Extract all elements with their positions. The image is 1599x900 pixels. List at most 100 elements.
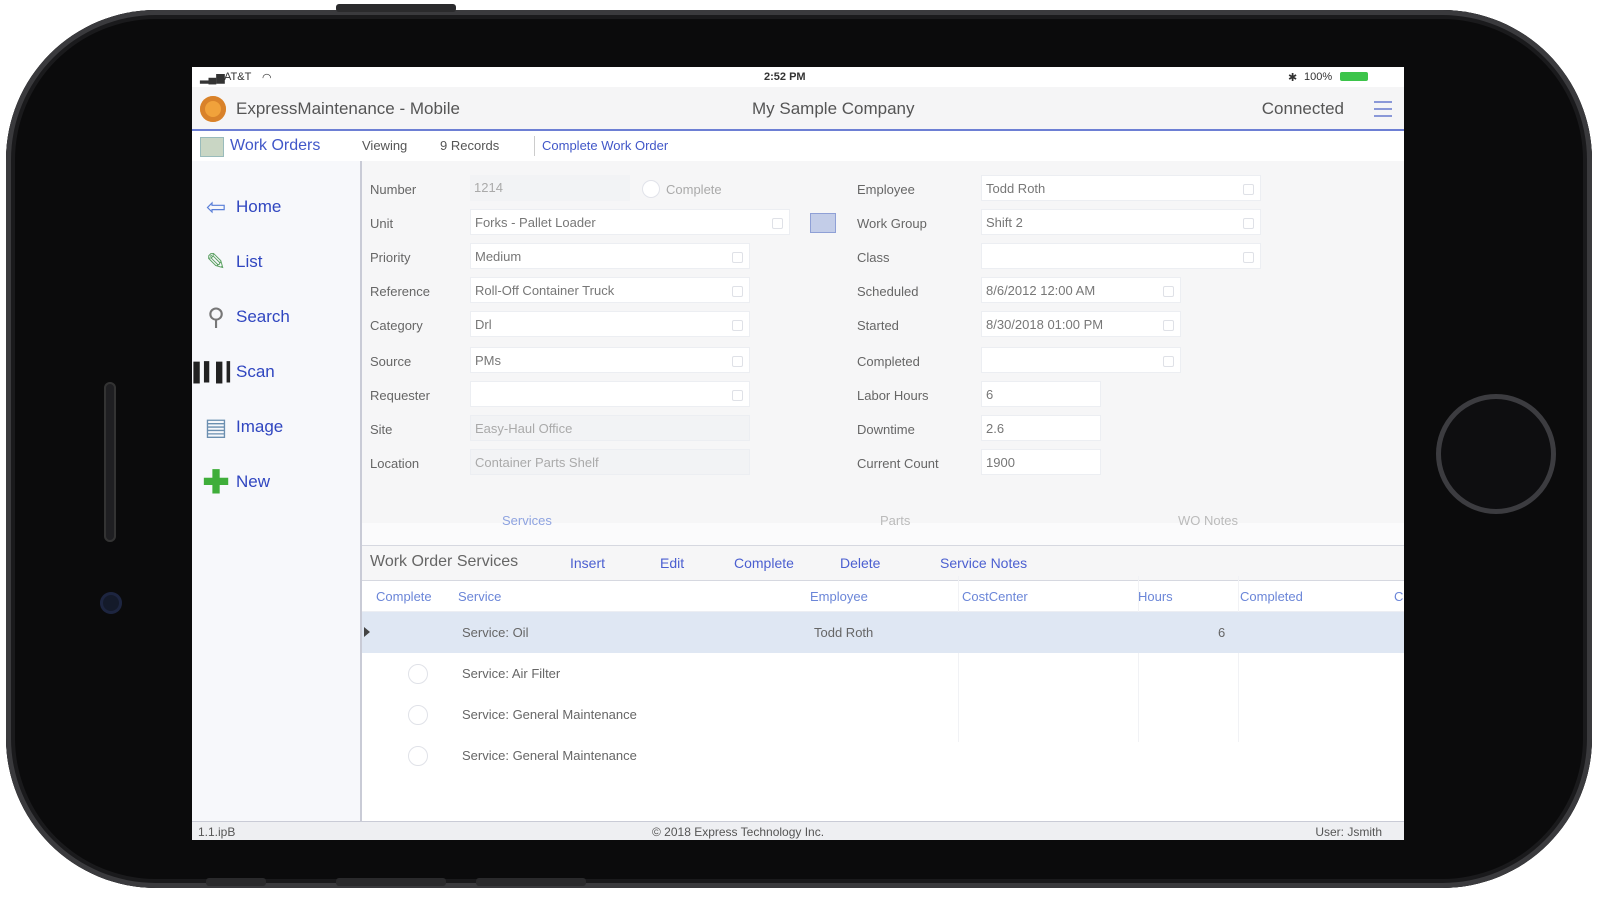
service-cell: Service: Air Filter bbox=[462, 666, 561, 681]
hours-cell: 6 bbox=[1218, 625, 1226, 640]
chevron-down-icon bbox=[1243, 184, 1254, 195]
location-field: Container Parts Shelf bbox=[470, 449, 750, 475]
table-row[interactable]: Service: Oil Todd Roth 6 bbox=[362, 612, 1404, 653]
insert-button[interactable]: Insert bbox=[570, 555, 605, 571]
chevron-down-icon bbox=[732, 356, 743, 367]
sub-navigation: Work Orders Viewing 9 Records Complete W… bbox=[192, 131, 1404, 162]
sidebar-item-image[interactable]: ▤ Image bbox=[200, 411, 284, 443]
column-header-employee[interactable]: Employee bbox=[810, 589, 868, 604]
field-completed: Completed bbox=[857, 347, 1277, 375]
plus-icon: ✚ bbox=[202, 464, 230, 500]
column-header-c[interactable]: C bbox=[1394, 589, 1403, 604]
complete-button[interactable]: Complete bbox=[734, 555, 794, 571]
column-header-costcenter[interactable]: CostCenter bbox=[962, 589, 1028, 604]
row-complete-checkbox[interactable] bbox=[408, 664, 428, 684]
service-cell: Service: Oil bbox=[462, 625, 529, 640]
field-class: Class bbox=[857, 243, 1277, 271]
tab-wo-notes[interactable]: WO Notes bbox=[1178, 513, 1238, 528]
volume-button bbox=[476, 878, 586, 886]
field-current-count: Current Count 1900 bbox=[857, 449, 1277, 477]
source-select[interactable]: PMs bbox=[470, 347, 750, 373]
divider bbox=[534, 136, 535, 156]
calendar-icon[interactable] bbox=[1163, 356, 1174, 367]
tab-services[interactable]: Services bbox=[502, 513, 552, 528]
priority-select[interactable]: Medium bbox=[470, 243, 750, 269]
copyright: © 2018 Express Technology Inc. bbox=[652, 825, 825, 839]
list-icon: ✎ bbox=[205, 248, 227, 276]
field-unit: Unit Forks - Pallet Loader bbox=[370, 209, 840, 237]
sidebar-item-scan[interactable]: ▌▍▌▎ Scan bbox=[193, 356, 275, 388]
category-select[interactable]: Drl bbox=[470, 311, 750, 337]
chevron-down-icon bbox=[732, 252, 743, 263]
volume-button bbox=[206, 878, 266, 886]
work-order-form: Number 1214 Complete Unit Forks - Pallet… bbox=[362, 161, 1404, 523]
requester-select[interactable] bbox=[470, 381, 750, 407]
sidebar-item-home[interactable]: ⇦ Home bbox=[200, 191, 281, 223]
volume-button bbox=[336, 878, 446, 886]
work-orders-icon bbox=[200, 137, 224, 157]
sidebar-item-search[interactable]: ⚲ Search bbox=[200, 301, 290, 333]
app-header: ExpressMaintenance - Mobile My Sample Co… bbox=[192, 87, 1404, 131]
field-scheduled: Scheduled 8/6/2012 12:00 AM bbox=[857, 277, 1277, 305]
tab-parts[interactable]: Parts bbox=[880, 513, 910, 528]
column-header-hours[interactable]: Hours bbox=[1138, 589, 1173, 604]
calendar-icon[interactable] bbox=[1163, 286, 1174, 297]
work-group-select[interactable]: Shift 2 bbox=[981, 209, 1261, 235]
table-row[interactable]: Service: General Maintenance bbox=[362, 735, 1404, 776]
labor-hours-input[interactable]: 6 bbox=[981, 381, 1101, 407]
table-row[interactable]: Service: General Maintenance bbox=[362, 694, 1404, 735]
unit-lookup-icon[interactable] bbox=[810, 213, 836, 233]
edit-button[interactable]: Edit bbox=[660, 555, 684, 571]
footer: 1.1.ipB © 2018 Express Technology Inc. U… bbox=[192, 821, 1404, 840]
completed-date-field[interactable] bbox=[981, 347, 1181, 373]
field-requester: Requester bbox=[370, 381, 790, 409]
field-location: Location Container Parts Shelf bbox=[370, 449, 790, 477]
sidebar-item-new[interactable]: ✚ New bbox=[200, 464, 271, 500]
chevron-down-icon bbox=[732, 286, 743, 297]
class-select[interactable] bbox=[981, 243, 1261, 269]
grid-toolbar: Work Order Services Insert Edit Complete… bbox=[362, 546, 1404, 581]
battery-percent: 100% bbox=[1304, 71, 1333, 83]
calendar-icon[interactable] bbox=[1163, 320, 1174, 331]
app-title: ExpressMaintenance - Mobile bbox=[236, 99, 460, 118]
scheduled-date-field[interactable]: 8/6/2012 12:00 AM bbox=[981, 277, 1181, 303]
column-header-completed[interactable]: Completed bbox=[1240, 589, 1303, 604]
unit-field[interactable]: Forks - Pallet Loader bbox=[470, 209, 790, 235]
sidebar-item-label: Scan bbox=[236, 362, 275, 381]
column-header-complete[interactable]: Complete bbox=[376, 589, 432, 604]
delete-button[interactable]: Delete bbox=[840, 555, 880, 571]
chevron-down-icon bbox=[732, 390, 743, 401]
grid-title: Work Order Services bbox=[370, 553, 519, 570]
hamburger-menu-icon[interactable] bbox=[1374, 101, 1392, 117]
battery-icon bbox=[1340, 72, 1368, 81]
row-complete-checkbox[interactable] bbox=[408, 746, 428, 766]
complete-label: Complete bbox=[666, 182, 722, 197]
service-cell: Service: General Maintenance bbox=[462, 707, 637, 722]
field-number: Number 1214 Complete bbox=[370, 175, 790, 203]
complete-work-order-link[interactable]: Complete Work Order bbox=[542, 138, 668, 153]
sidebar-item-label: New bbox=[236, 472, 271, 491]
module-title[interactable]: Work Orders bbox=[230, 137, 320, 155]
home-button[interactable] bbox=[1436, 394, 1556, 514]
chevron-down-icon bbox=[732, 320, 743, 331]
sidebar: ⇦ Home ✎ List ⚲ Search ▌▍▌▎ Scan ▤ Image… bbox=[192, 161, 362, 821]
grid-header: Complete Service Employee CostCenter Hou… bbox=[362, 581, 1404, 612]
started-date-field[interactable]: 8/30/2018 01:00 PM bbox=[981, 311, 1181, 337]
service-notes-button[interactable]: Service Notes bbox=[940, 555, 1027, 571]
chevron-down-icon bbox=[772, 218, 783, 229]
reference-select[interactable]: Roll-Off Container Truck bbox=[470, 277, 750, 303]
downtime-input[interactable]: 2.6 bbox=[981, 415, 1101, 441]
field-labor-hours: Labor Hours 6 bbox=[857, 381, 1277, 409]
column-header-service[interactable]: Service bbox=[458, 589, 501, 604]
sidebar-item-list[interactable]: ✎ List bbox=[200, 246, 263, 278]
complete-checkbox[interactable] bbox=[642, 180, 660, 198]
home-arrow-icon: ⇦ bbox=[205, 193, 227, 221]
site-field: Easy-Haul Office bbox=[470, 415, 750, 441]
row-complete-checkbox[interactable] bbox=[408, 705, 428, 725]
current-count-input[interactable]: 1900 bbox=[981, 449, 1101, 475]
camera bbox=[100, 592, 122, 614]
table-row[interactable]: Service: Air Filter bbox=[362, 653, 1404, 694]
user-name: User: Jsmith bbox=[1315, 825, 1382, 839]
employee-select[interactable]: Todd Roth bbox=[981, 175, 1261, 201]
search-icon: ⚲ bbox=[207, 303, 225, 331]
